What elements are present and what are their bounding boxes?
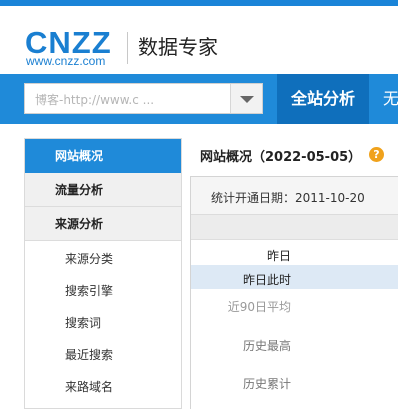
row-label-90day-avg: 近90日平均 — [227, 300, 291, 314]
sidebar-item-search-term[interactable]: 搜索词 — [25, 307, 181, 339]
chevron-down-icon[interactable] — [230, 84, 262, 113]
logo-url: www.cnzz.com — [26, 54, 106, 68]
row-label-yesterday: 昨日 — [266, 249, 291, 263]
page-title: 网站概况（2022-05-05） — [200, 150, 362, 165]
site-select-value: 博客-http://www.c ... — [35, 93, 155, 107]
sidebar-item-source-analysis[interactable]: 来源分析 — [25, 207, 181, 241]
table-header — [191, 215, 398, 240]
row-label-history-total: 历史累计 — [242, 377, 291, 391]
site-select-dropdown[interactable]: 博客-http://www.c ... — [24, 83, 263, 114]
sidebar-item-traffic-analysis[interactable]: 流量分析 — [25, 173, 181, 207]
row-label-history-max: 历史最高 — [242, 339, 291, 353]
sidebar-item-site-overview[interactable]: 网站概况 — [25, 139, 181, 173]
start-date-bar: 统计开通日期：2011-10-20 — [191, 177, 398, 215]
logo-divider — [127, 32, 128, 64]
sidebar-item-source-category[interactable]: 来源分类 — [25, 243, 181, 275]
sidebar: 网站概况 流量分析 来源分析 来源分类 搜索引擎 搜索词 最近搜索 来路域名 — [24, 138, 182, 409]
tab-next[interactable]: 无 — [383, 74, 398, 124]
sidebar-item-referrer-domain[interactable]: 来路域名 — [25, 371, 181, 403]
header: CNZZ www.cnzz.com 数据专家 — [0, 6, 398, 74]
sidebar-item-search-engine[interactable]: 搜索引擎 — [25, 275, 181, 307]
start-date-text: 统计开通日期：2011-10-20 — [211, 191, 365, 205]
tab-site-analysis[interactable]: 全站分析 — [277, 74, 369, 124]
help-icon[interactable]: ? — [369, 147, 384, 162]
main-navbar: 博客-http://www.c ... 全站分析 无 — [0, 74, 398, 124]
brand-title: 数据专家 — [138, 35, 218, 59]
overview-panel: 统计开通日期：2011-10-20 昨日 昨日此时 近90日平均 历史最高 历史… — [190, 176, 398, 409]
row-label-yesterday-now: 昨日此时 — [242, 273, 291, 287]
sidebar-item-recent-search[interactable]: 最近搜索 — [25, 339, 181, 371]
